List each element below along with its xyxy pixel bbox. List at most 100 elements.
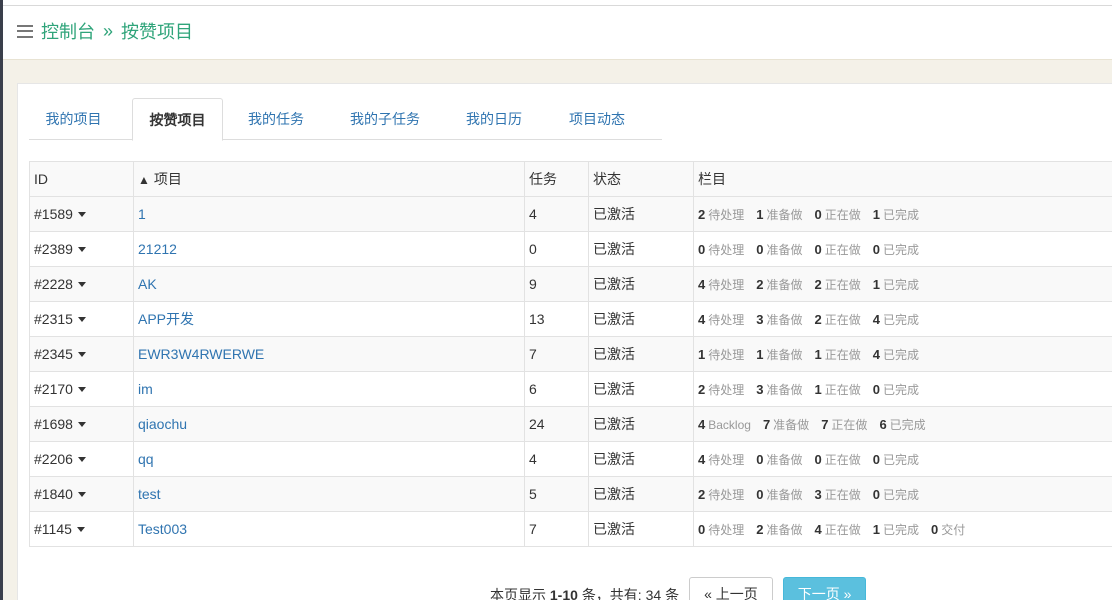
column-count-label: 已完成 xyxy=(882,312,919,327)
project-link[interactable]: 1 xyxy=(138,206,146,222)
row-id: #2228 xyxy=(34,276,73,292)
project-link[interactable]: Test003 xyxy=(138,521,187,537)
column-count: 1 已完成 xyxy=(873,207,919,222)
header-columns: 栏目 xyxy=(693,161,1112,197)
caret-down-icon[interactable] xyxy=(77,421,86,427)
column-count-number: 0 xyxy=(698,241,706,257)
project-link[interactable]: EWR3W4RWERWE xyxy=(138,346,264,362)
row-id-dropdown[interactable]: #2345 xyxy=(34,346,86,362)
caret-down-icon[interactable] xyxy=(77,491,86,497)
row-id-cell[interactable]: #1589 xyxy=(29,196,134,232)
row-task-count: 0 xyxy=(524,231,589,267)
header-tasks[interactable]: 任务 xyxy=(524,161,589,197)
pagination: 本页显示 1-10 条，共有: 34 条 « 上一页 下一页 » xyxy=(490,577,867,600)
row-id-cell[interactable]: #2389 xyxy=(29,231,134,267)
column-count-number: 0 xyxy=(698,521,706,537)
column-count-label: 已完成 xyxy=(882,522,919,537)
caret-down-icon[interactable] xyxy=(76,526,85,532)
caret-down-icon[interactable] xyxy=(77,211,86,217)
column-count-number: 0 xyxy=(872,241,880,257)
tab-project-activity[interactable]: 项目动态 xyxy=(547,98,647,140)
column-count-number: 0 xyxy=(756,451,764,467)
column-count: 1 正在做 xyxy=(815,382,861,397)
project-link[interactable]: AK xyxy=(138,276,157,292)
caret-down-icon[interactable] xyxy=(77,246,86,252)
column-count-label: 准备做 xyxy=(766,452,803,467)
tab-starred-projects[interactable]: 按赞项目 xyxy=(132,98,223,141)
header-project[interactable]: ▲ 项目 xyxy=(133,161,525,197)
column-count: 0 已完成 xyxy=(872,241,919,257)
column-count: 3 正在做 xyxy=(815,487,861,502)
row-id-cell[interactable]: #2170 xyxy=(29,371,134,407)
header-id[interactable]: ID xyxy=(29,161,134,197)
caret-down-icon[interactable] xyxy=(77,351,86,357)
column-count-label: 已完成 xyxy=(882,382,919,397)
row-task-count: 9 xyxy=(524,266,589,302)
tab-my-calendar[interactable]: 我的日历 xyxy=(445,98,543,140)
row-status: 已激活 xyxy=(588,196,694,232)
tab-my-projects[interactable]: 我的项目 xyxy=(29,98,118,140)
row-id-cell[interactable]: #2206 xyxy=(29,441,134,477)
row-id-cell[interactable]: #2345 xyxy=(29,336,134,372)
row-task-count: 7 xyxy=(524,336,589,372)
project-link[interactable]: qiaochu xyxy=(138,416,187,432)
column-count-number: 4 xyxy=(698,451,706,467)
row-id-cell[interactable]: #2315 xyxy=(29,301,134,337)
breadcrumb-root[interactable]: 控制台 xyxy=(41,18,95,44)
row-project-cell: APP开发 xyxy=(133,301,525,337)
row-columns-summary: 0 待处理 0 准备做 0 正在做 0 已完成 xyxy=(693,231,1112,267)
caret-down-icon[interactable] xyxy=(77,281,86,287)
column-count-label: 待处理 xyxy=(708,522,745,537)
next-page-button[interactable]: 下一页 » xyxy=(782,577,867,600)
row-columns-summary: 2 待处理 3 准备做 1 正在做 0 已完成 xyxy=(693,371,1112,407)
row-id-dropdown[interactable]: #2206 xyxy=(34,451,86,467)
table-row: #1840 test 5 已激活 2 待处理 0 准备做 3 正在做 0 已完成 xyxy=(29,476,1112,512)
column-count-label: 准备做 xyxy=(766,312,803,327)
column-count-label: 待处理 xyxy=(708,487,745,502)
tab-my-subtasks[interactable]: 我的子任务 xyxy=(329,98,441,140)
previous-page-button[interactable]: « 上一页 xyxy=(689,577,773,600)
row-status: 已激活 xyxy=(588,441,694,477)
row-id-dropdown[interactable]: #2228 xyxy=(34,276,86,292)
project-link[interactable]: 21212 xyxy=(138,241,177,257)
row-id: #1589 xyxy=(34,206,73,222)
sort-ascending-icon: ▲ xyxy=(138,173,150,187)
row-columns-summary: 2 待处理 1 准备做 0 正在做 1 已完成 xyxy=(693,196,1112,232)
column-count-number: 2 xyxy=(756,276,764,292)
column-count-number: 3 xyxy=(756,381,764,397)
header-status[interactable]: 状态 xyxy=(588,161,694,197)
row-id-dropdown[interactable]: #2389 xyxy=(34,241,86,257)
row-id: #1840 xyxy=(34,486,73,502)
menu-toggle-icon[interactable] xyxy=(17,24,33,38)
project-link[interactable]: test xyxy=(138,486,161,502)
row-id-dropdown[interactable]: #2170 xyxy=(34,381,86,397)
row-task-count: 13 xyxy=(524,301,589,337)
row-id-cell[interactable]: #1145 xyxy=(29,511,134,547)
caret-down-icon[interactable] xyxy=(77,386,86,392)
column-count-number: 0 xyxy=(814,241,822,257)
column-count: 0 准备做 xyxy=(756,451,803,467)
project-link[interactable]: im xyxy=(138,381,153,397)
row-id-dropdown[interactable]: #1840 xyxy=(34,486,86,502)
row-project-cell: 1 xyxy=(133,196,525,232)
caret-down-icon[interactable] xyxy=(77,456,86,462)
row-id-cell[interactable]: #1840 xyxy=(29,476,134,512)
caret-down-icon[interactable] xyxy=(77,316,86,322)
column-count-number: 0 xyxy=(814,451,822,467)
row-id-dropdown[interactable]: #2315 xyxy=(34,311,86,327)
row-task-count: 6 xyxy=(524,371,589,407)
row-id-dropdown[interactable]: #1145 xyxy=(34,521,85,537)
row-id-cell[interactable]: #2228 xyxy=(29,266,134,302)
column-count: 0 已完成 xyxy=(873,487,919,502)
column-count: 0 正在做 xyxy=(814,451,861,467)
column-count-number: 6 xyxy=(879,416,887,432)
row-id-cell[interactable]: #1698 xyxy=(29,406,134,442)
tab-my-tasks[interactable]: 我的任务 xyxy=(227,98,325,140)
column-count: 1 准备做 xyxy=(756,207,802,222)
breadcrumb-separator: » xyxy=(103,20,114,41)
row-id-dropdown[interactable]: #1589 xyxy=(34,206,86,222)
project-link[interactable]: qq xyxy=(138,451,154,467)
row-id-dropdown[interactable]: #1698 xyxy=(34,416,86,432)
column-count: 4 待处理 xyxy=(698,312,744,327)
project-link[interactable]: APP开发 xyxy=(138,311,194,327)
